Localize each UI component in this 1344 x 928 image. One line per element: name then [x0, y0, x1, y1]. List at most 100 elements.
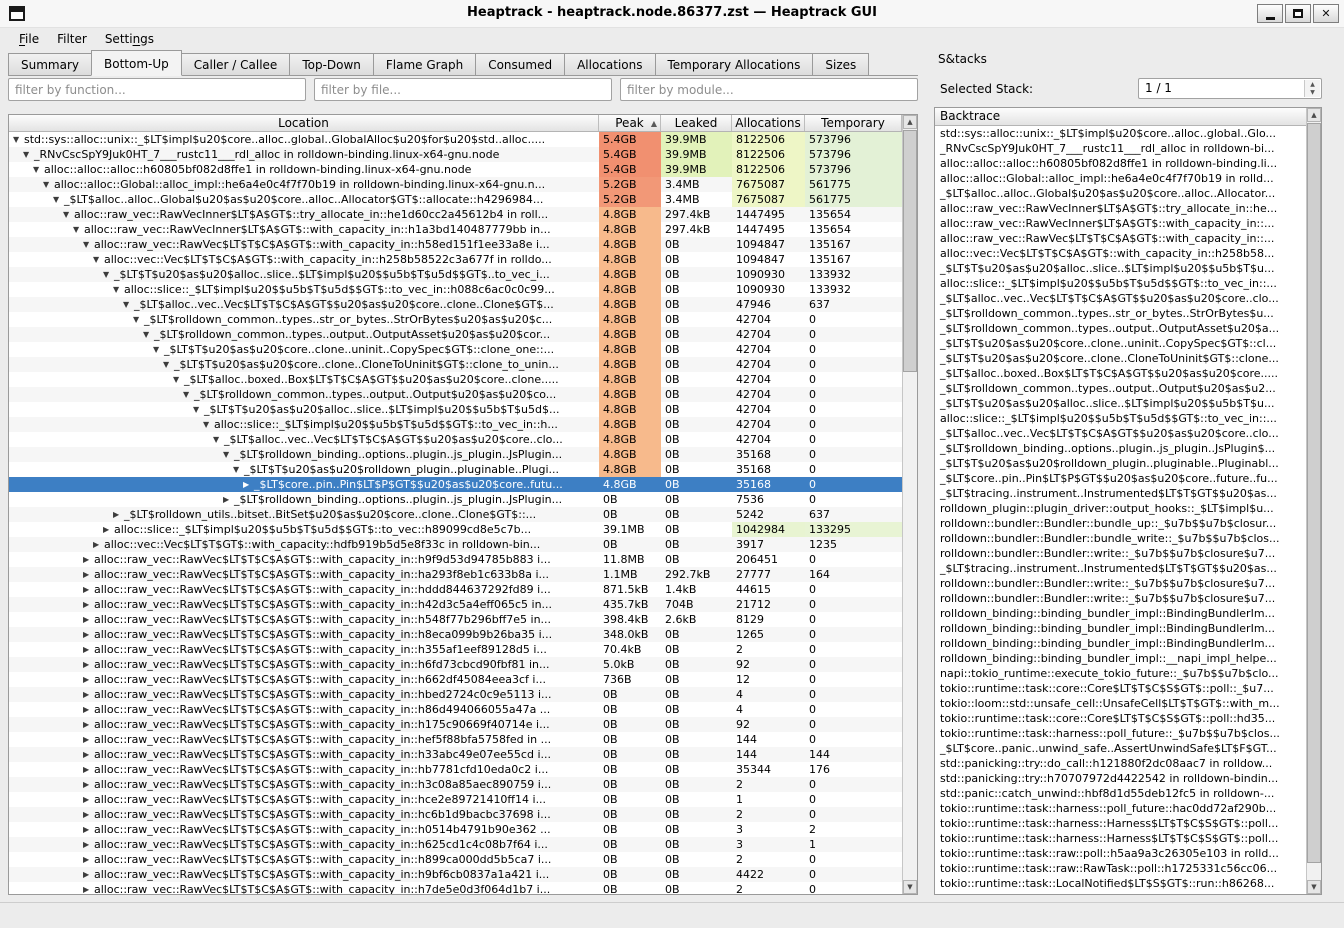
backtrace-frame[interactable]: alloc::slice::_$LT$impl$u20$$u5b$T$u5d$$…: [935, 276, 1306, 291]
collapse-arrow-icon[interactable]: ▼: [23, 147, 34, 162]
tab-temporary-allocations[interactable]: Temporary Allocations: [655, 53, 814, 75]
collapse-arrow-icon[interactable]: ▼: [183, 387, 194, 402]
table-row[interactable]: ▶_$LT$core..pin..Pin$LT$P$GT$$u20$as$u20…: [9, 477, 902, 492]
column-header-temporary[interactable]: Temporary: [805, 115, 902, 131]
scroll-down-button[interactable]: ▼: [903, 880, 917, 894]
expand-arrow-icon[interactable]: ▶: [83, 672, 94, 687]
expand-arrow-icon[interactable]: ▶: [83, 702, 94, 717]
table-row[interactable]: ▼alloc::slice::_$LT$impl$u20$$u5b$T$u5d$…: [9, 282, 902, 297]
table-row[interactable]: ▶alloc::raw_vec::RawVec$LT$T$C$A$GT$::wi…: [9, 792, 902, 807]
table-row[interactable]: ▼_$LT$rolldown_common..types..str_or_byt…: [9, 312, 902, 327]
backtrace-frame[interactable]: std::panicking::try::h70707972d4422542 i…: [935, 771, 1306, 786]
maximize-button[interactable]: [1285, 4, 1311, 23]
table-row[interactable]: ▶alloc::raw_vec::RawVec$LT$T$C$A$GT$::wi…: [9, 732, 902, 747]
table-row[interactable]: ▶alloc::raw_vec::RawVec$LT$T$C$A$GT$::wi…: [9, 657, 902, 672]
backtrace-frame[interactable]: _$LT$alloc..alloc..Global$u20$as$u20$cor…: [935, 186, 1306, 201]
table-row[interactable]: ▼_$LT$alloc..vec..Vec$LT$T$C$A$GT$$u20$a…: [9, 297, 902, 312]
tab-caller-callee[interactable]: Caller / Callee: [181, 53, 291, 75]
collapse-arrow-icon[interactable]: ▼: [203, 417, 214, 432]
backtrace-frame[interactable]: alloc::raw_vec::RawVec$LT$T$C$A$GT$::wit…: [935, 231, 1306, 246]
collapse-arrow-icon[interactable]: ▼: [83, 237, 94, 252]
collapse-arrow-icon[interactable]: ▼: [133, 312, 144, 327]
expand-arrow-icon[interactable]: ▶: [83, 867, 94, 882]
table-row[interactable]: ▶alloc::raw_vec::RawVec$LT$T$C$A$GT$::wi…: [9, 852, 902, 867]
tab-sizes[interactable]: Sizes: [812, 53, 869, 75]
table-row[interactable]: ▶alloc::raw_vec::RawVec$LT$T$C$A$GT$::wi…: [9, 612, 902, 627]
filter-by-file-input[interactable]: [314, 78, 612, 101]
collapse-arrow-icon[interactable]: ▼: [213, 432, 224, 447]
table-row[interactable]: ▼alloc::raw_vec::RawVec$LT$T$C$A$GT$::wi…: [9, 237, 902, 252]
table-row[interactable]: ▶alloc::raw_vec::RawVec$LT$T$C$A$GT$::wi…: [9, 822, 902, 837]
table-row[interactable]: ▶_$LT$rolldown_binding..options..plugin.…: [9, 492, 902, 507]
backtrace-frame[interactable]: _RNvCscSpY9Juk0HT_7___rustc11___rdl_allo…: [935, 141, 1306, 156]
expand-arrow-icon[interactable]: ▶: [103, 522, 114, 537]
table-row[interactable]: ▼std::sys::alloc::unix::_$LT$impl$u20$co…: [9, 132, 902, 147]
backtrace-frame[interactable]: rolldown_binding::binding_bundler_impl::…: [935, 636, 1306, 651]
backtrace-frame[interactable]: tokio::runtime::task::core::Core$LT$T$C$…: [935, 711, 1306, 726]
table-row[interactable]: ▼_$LT$T$u20$as$u20$core..clone..uninit..…: [9, 342, 902, 357]
menu-item-file[interactable]: File: [10, 30, 48, 48]
expand-arrow-icon[interactable]: ▶: [83, 612, 94, 627]
expand-arrow-icon[interactable]: ▶: [83, 822, 94, 837]
tab-top-down[interactable]: Top-Down: [289, 53, 374, 75]
table-row[interactable]: ▶alloc::raw_vec::RawVec$LT$T$C$A$GT$::wi…: [9, 552, 902, 567]
table-row[interactable]: ▼_$LT$alloc..boxed..Box$LT$T$C$A$GT$$u20…: [9, 372, 902, 387]
table-row[interactable]: ▶alloc::raw_vec::RawVec$LT$T$C$A$GT$::wi…: [9, 642, 902, 657]
table-row[interactable]: ▼_RNvCscSpY9Juk0HT_7___rustc11___rdl_all…: [9, 147, 902, 162]
collapse-arrow-icon[interactable]: ▼: [143, 327, 154, 342]
backtrace-frame[interactable]: std::panicking::try::do_call::h121880f2d…: [935, 756, 1306, 771]
table-row[interactable]: ▼_$LT$rolldown_binding..options..plugin.…: [9, 447, 902, 462]
backtrace-frame[interactable]: alloc::alloc::alloc::h60805bf082d8ffe1 i…: [935, 156, 1306, 171]
backtrace-frame[interactable]: rolldown::bundler::Bundler::bundle_up::_…: [935, 516, 1306, 531]
backtrace-frame[interactable]: _$LT$core..pin..Pin$LT$P$GT$$u20$as$u20$…: [935, 471, 1306, 486]
spin-up-button[interactable]: ▲: [1305, 80, 1320, 89]
tab-summary[interactable]: Summary: [8, 53, 92, 75]
backtrace-frame[interactable]: _$LT$rolldown_binding..options..plugin..…: [935, 441, 1306, 456]
backtrace-frame[interactable]: _$LT$rolldown_common..types..output..Out…: [935, 321, 1306, 336]
collapse-arrow-icon[interactable]: ▼: [43, 177, 54, 192]
backtrace-frame[interactable]: tokio::runtime::task::harness::poll_futu…: [935, 801, 1306, 816]
expand-arrow-icon[interactable]: ▶: [83, 792, 94, 807]
scrollbar-thumb[interactable]: [1307, 123, 1321, 863]
column-header-allocations[interactable]: Allocations: [732, 115, 805, 131]
backtrace-frame[interactable]: _$LT$T$u20$as$u20$core..clone..CloneToUn…: [935, 351, 1306, 366]
collapse-arrow-icon[interactable]: ▼: [113, 282, 124, 297]
expand-arrow-icon[interactable]: ▶: [93, 537, 104, 552]
collapse-arrow-icon[interactable]: ▼: [233, 462, 244, 477]
collapse-arrow-icon[interactable]: ▼: [163, 357, 174, 372]
table-row[interactable]: ▼_$LT$rolldown_common..types..output..Ou…: [9, 387, 902, 402]
table-row[interactable]: ▼alloc::slice::_$LT$impl$u20$$u5b$T$u5d$…: [9, 417, 902, 432]
expand-arrow-icon[interactable]: ▶: [83, 627, 94, 642]
backtrace-frame[interactable]: _$LT$rolldown_common..types..str_or_byte…: [935, 306, 1306, 321]
backtrace-scrollbar[interactable]: ▲ ▼: [1306, 108, 1321, 894]
backtrace-frame[interactable]: rolldown_binding::binding_bundler_impl::…: [935, 651, 1306, 666]
table-row[interactable]: ▶alloc::raw_vec::RawVec$LT$T$C$A$GT$::wi…: [9, 837, 902, 852]
expand-arrow-icon[interactable]: ▶: [83, 777, 94, 792]
expand-arrow-icon[interactable]: ▶: [223, 492, 234, 507]
table-row[interactable]: ▼_$LT$alloc..vec..Vec$LT$T$C$A$GT$$u20$a…: [9, 432, 902, 447]
expand-arrow-icon[interactable]: ▶: [83, 747, 94, 762]
expand-arrow-icon[interactable]: ▶: [83, 552, 94, 567]
table-row[interactable]: ▼_$LT$T$u20$as$u20$alloc..slice..$LT$imp…: [9, 267, 902, 282]
collapse-arrow-icon[interactable]: ▼: [193, 402, 204, 417]
table-row[interactable]: ▼alloc::alloc::alloc::h60805bf082d8ffe1 …: [9, 162, 902, 177]
backtrace-frame[interactable]: _$LT$tracing..instrument..Instrumented$L…: [935, 486, 1306, 501]
backtrace-frame[interactable]: alloc::vec::Vec$LT$T$C$A$GT$::with_capac…: [935, 246, 1306, 261]
table-row[interactable]: ▼alloc::raw_vec::RawVecInner$LT$A$GT$::t…: [9, 207, 902, 222]
table-row[interactable]: ▶alloc::raw_vec::RawVec$LT$T$C$A$GT$::wi…: [9, 687, 902, 702]
table-scrollbar[interactable]: ▲ ▼: [902, 115, 917, 894]
column-header-leaked[interactable]: Leaked: [661, 115, 732, 131]
table-row[interactable]: ▶alloc::raw_vec::RawVec$LT$T$C$A$GT$::wi…: [9, 627, 902, 642]
collapse-arrow-icon[interactable]: ▼: [63, 207, 74, 222]
minimize-button[interactable]: [1257, 4, 1283, 23]
backtrace-frame[interactable]: napi::tokio_runtime::execute_tokio_futur…: [935, 666, 1306, 681]
table-row[interactable]: ▶alloc::raw_vec::RawVec$LT$T$C$A$GT$::wi…: [9, 672, 902, 687]
table-row[interactable]: ▶alloc::raw_vec::RawVec$LT$T$C$A$GT$::wi…: [9, 867, 902, 882]
expand-arrow-icon[interactable]: ▶: [83, 642, 94, 657]
collapse-arrow-icon[interactable]: ▼: [103, 267, 114, 282]
collapse-arrow-icon[interactable]: ▼: [13, 132, 24, 147]
backtrace-frame[interactable]: rolldown_binding::binding_bundler_impl::…: [935, 606, 1306, 621]
backtrace-frame[interactable]: rolldown::bundler::Bundler::write::_$u7b…: [935, 546, 1306, 561]
table-row[interactable]: ▼alloc::raw_vec::RawVecInner$LT$A$GT$::w…: [9, 222, 902, 237]
collapse-arrow-icon[interactable]: ▼: [153, 342, 164, 357]
